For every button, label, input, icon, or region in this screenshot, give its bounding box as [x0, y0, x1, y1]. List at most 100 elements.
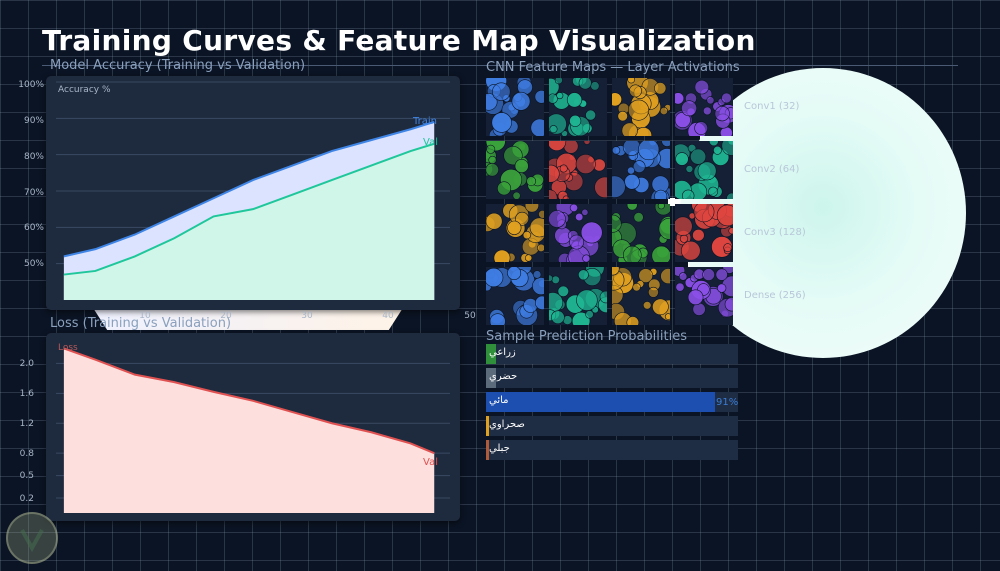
- loss-val-series-label: Val: [423, 457, 438, 468]
- feature-map-activations: [549, 267, 607, 325]
- activation-blob: [556, 92, 564, 100]
- activation-blob: [582, 254, 591, 262]
- activation-blob: [693, 204, 715, 223]
- activation-blob: [486, 163, 499, 177]
- activation-blob: [627, 99, 649, 121]
- activation-blob: [702, 268, 715, 281]
- activation-blob: [569, 234, 584, 250]
- activation-blob: [715, 268, 728, 281]
- feature-map-activations: [675, 204, 733, 261]
- activation-blob: [723, 243, 733, 253]
- activation-blob: [534, 90, 544, 104]
- feature-map: [486, 204, 544, 262]
- loss-y-tick: 0.8: [19, 449, 34, 459]
- feature-map-activations: [486, 141, 544, 199]
- activation-blob: [675, 92, 685, 105]
- logo-icon: [6, 512, 58, 564]
- activation-blob: [617, 110, 628, 122]
- activation-blob: [578, 269, 589, 281]
- feature-map-activations: [675, 79, 733, 136]
- feature-map: [612, 204, 670, 262]
- feature-map-activations: [612, 204, 670, 262]
- feature-map: [675, 267, 733, 325]
- activation-blob: [557, 285, 569, 297]
- feature-map: [486, 141, 544, 199]
- accuracy-y-tick: 90%: [23, 116, 44, 126]
- prediction-row: زراعي: [486, 344, 738, 364]
- activation-blob: [524, 254, 533, 262]
- activation-blob: [694, 79, 709, 95]
- feature-map: [549, 78, 607, 136]
- activation-blob: [549, 125, 558, 134]
- activation-blob: [679, 234, 689, 243]
- activation-blob: [675, 216, 693, 236]
- activation-blob: [690, 148, 707, 165]
- loss-chart: [56, 347, 450, 513]
- activation-blob: [511, 91, 531, 111]
- activation-blob: [576, 289, 598, 311]
- loss-y-tick: 0.2: [19, 494, 34, 504]
- activation-blob: [633, 212, 644, 223]
- activation-blob: [632, 283, 641, 292]
- activation-blob: [660, 268, 670, 284]
- activation-blob: [621, 122, 638, 136]
- accuracy-x-tick: 30: [301, 311, 313, 321]
- feature-map: [612, 78, 670, 136]
- feature-map: [675, 141, 733, 199]
- activation-blob: [728, 227, 733, 235]
- activation-blob: [580, 221, 603, 244]
- feature-map-activations: [486, 204, 544, 262]
- activation-blob: [585, 310, 594, 319]
- loss-y-tick: 1.6: [19, 389, 34, 399]
- activation-blob: [612, 146, 621, 155]
- activation-blob: [654, 82, 667, 95]
- activation-blob: [507, 267, 522, 280]
- accuracy-y-tick: 50%: [23, 259, 44, 269]
- feature-map-activations: [486, 267, 544, 325]
- activation-blob: [507, 220, 522, 235]
- activation-blob: [538, 210, 544, 219]
- activation-blob: [627, 78, 635, 84]
- feature-map-activations: [549, 78, 600, 136]
- activation-blob: [721, 92, 732, 104]
- activation-blob: [554, 78, 563, 85]
- activation-blob: [702, 106, 712, 116]
- activation-blob: [629, 84, 642, 98]
- activation-blob: [675, 282, 685, 292]
- activation-blob: [532, 270, 542, 279]
- layer-label-conv3: Conv3 (128): [744, 227, 806, 238]
- accuracy-x-tick: 50: [464, 311, 476, 321]
- accuracy-chart-panel: Accuracy %: [46, 76, 460, 310]
- activation-blob: [486, 144, 496, 154]
- feature-map: [549, 141, 607, 199]
- activation-blob: [681, 100, 698, 117]
- activation-blob: [652, 298, 669, 316]
- activation-blob: [624, 173, 640, 190]
- val-area: [63, 143, 435, 300]
- activation-blob: [657, 204, 665, 210]
- activation-blob: [594, 176, 607, 198]
- activation-blob: [488, 155, 497, 165]
- prediction-row: حضري: [486, 368, 738, 388]
- activation-blob: [581, 208, 589, 216]
- feature-map-activations: [675, 141, 733, 199]
- activation-blob: [713, 145, 722, 155]
- accuracy-y-tick: 60%: [23, 223, 44, 233]
- activation-blob: [549, 93, 558, 104]
- activation-blob: [622, 141, 641, 156]
- activation-blob: [651, 245, 670, 262]
- feature-map-activations: [675, 267, 733, 318]
- activation-blob: [638, 141, 660, 161]
- activation-blob: [559, 164, 568, 173]
- feature-map: [675, 204, 733, 262]
- loss-chart-panel: Loss: [46, 333, 460, 521]
- activation-blob: [537, 243, 544, 252]
- predictions-title: Sample Prediction Probabilities: [486, 329, 687, 344]
- activation-blob: [687, 289, 704, 306]
- activation-blob: [493, 249, 511, 262]
- accuracy-y-tick: 100%: [18, 80, 44, 90]
- activation-blob: [551, 275, 560, 284]
- loss-chart-title: Loss (Training vs Validation): [50, 316, 232, 331]
- activation-blob: [530, 118, 544, 136]
- prediction-bar: [486, 392, 716, 412]
